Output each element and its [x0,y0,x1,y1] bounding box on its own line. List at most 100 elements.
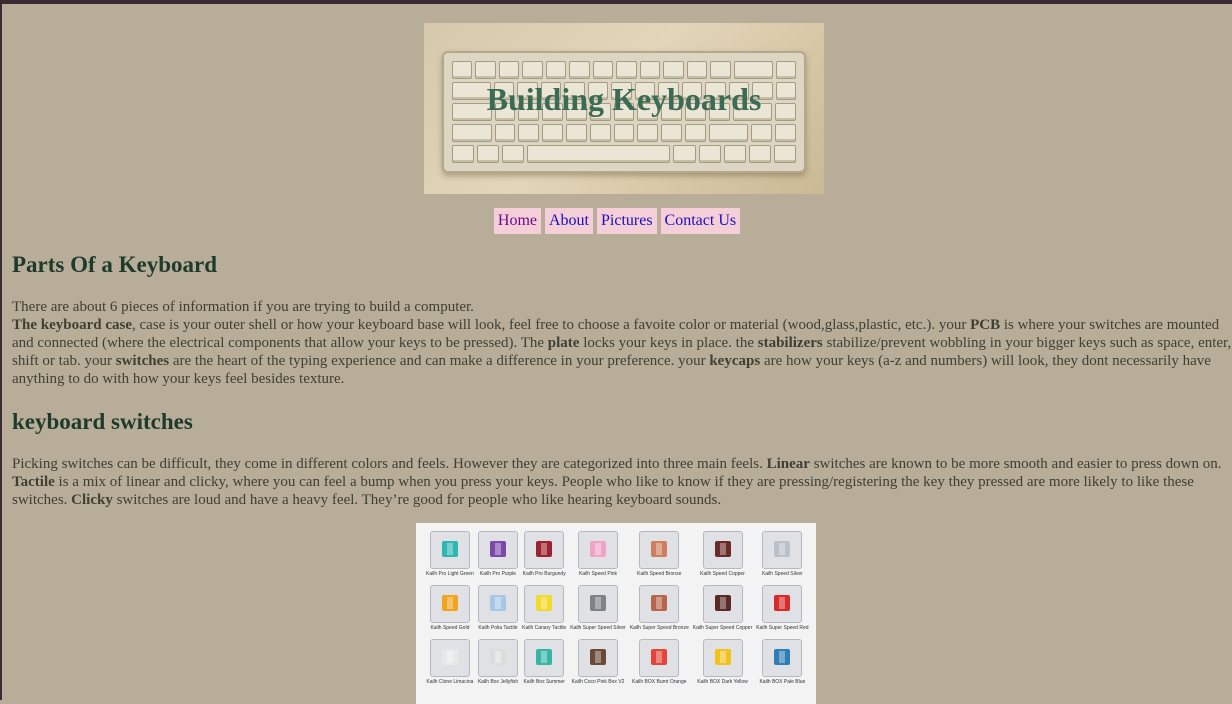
switch-housing [578,531,619,569]
switch-label: Kailh Polia Tactile [478,625,518,631]
nav-link-home[interactable]: Home [493,208,541,234]
switches-paragraph: Picking switches can be difficult, they … [12,455,1230,509]
switch-item: Kailh Box Summer [522,639,566,693]
linear-label: Linear [766,456,810,472]
switch-item: Kailh BOX Burnt Orange [630,639,689,693]
switches-text-4: switches are loud and have a heavy feel.… [112,492,722,508]
switch-housing [639,585,680,623]
header-banner-image: Building Keyboards [424,23,824,194]
switch-housing [578,639,619,677]
tactile-label: Tactile [12,474,55,490]
switches-label: switches [115,353,170,369]
switch-housing [429,531,470,569]
switch-collection-image: Kailh Pro Light Green Kailh Pro Purple Kai… [416,523,816,704]
switch-stem [651,649,668,665]
switch-item: Kailh BOX Pale Blue [756,639,808,693]
switch-label: Kailh Clone Limacina [426,679,474,685]
case-label: The keyboard case [12,317,132,333]
switch-item: Kailh Speed Copper [693,531,753,585]
switch-label: Kailh Speed Copper [700,571,745,577]
switch-housing [639,531,680,569]
switch-housing [578,585,619,623]
switch-item: Kailh Pro Purple [477,531,518,585]
switch-stem [489,541,506,557]
switch-stem [441,649,458,665]
stabilizers-label: stabilizers [757,335,823,351]
switch-item: Kailh Pro Light Green [426,531,474,585]
switch-housing [477,639,518,677]
nav-link-about[interactable]: About [545,208,593,234]
switch-stem [536,595,553,611]
switch-stem [714,541,731,557]
switch-stem [774,541,791,557]
plate-label: plate [547,335,580,351]
switch-label: Kailh Super Speed Red [756,625,809,631]
switch-housing [702,585,743,623]
switch-item: Kailh Polia Tactile [477,585,518,639]
plate-text: locks your keys in place. the [579,335,758,351]
switch-label: Kailh Speed Pink [578,571,618,577]
switch-housing [524,585,565,623]
switch-label: Kailh Coco Pink Box V2 [571,679,625,685]
switch-housing [524,639,565,677]
switch-item: Kailh Coco Pink Box V2 [570,639,626,693]
switch-stem [714,595,731,611]
switch-label: Kailh Super Speed Silver [570,625,626,631]
switch-stem [774,649,791,665]
switch-item: Kailh Pro Burgundy [522,531,566,585]
clicky-label: Clicky [71,492,113,508]
switch-housing [429,639,470,677]
switch-label: Kailh Box Summer [523,679,565,685]
switch-item: Kailh Clone Limacina [426,639,474,693]
switch-stem [441,541,458,557]
switch-stem [441,595,458,611]
switch-item: Kailh Speed Bronze [630,531,689,585]
switch-label: Kailh BOX Pale Blue [759,679,806,685]
keycaps-label: keycaps [709,353,761,369]
switch-housing [524,531,565,569]
switch-label: Kailh Speed Gold [430,625,470,631]
switch-stem [590,541,607,557]
switch-label: Kailh Box Jellyfish [477,679,519,685]
switch-label: Kailh Canary Tactile [522,625,567,631]
switch-label: Kailh BOX Dark Yellow [697,679,748,685]
switch-stem [590,595,607,611]
switches-description: Picking switches can be difficult, they … [12,455,1230,509]
switch-label: Kailh Super Speed Copper [692,625,753,631]
switch-label: Kailh Pro Burgundy [522,571,566,577]
switch-stem [489,649,506,665]
switch-stem [590,649,607,665]
switch-item: Kailh Super Speed Silver [570,585,626,639]
switches-text-1: Picking switches can be difficult, they … [12,456,767,472]
switch-item: Kailh Speed Gold [426,585,474,639]
nav-link-pictures[interactable]: Pictures [597,208,657,234]
page: Building Keyboards Home About Pictures C… [2,4,1232,704]
switch-label: Kailh Super Speed Bronze [629,625,689,631]
switch-item: Kailh Speed Pink [570,531,626,585]
switch-item: Kailh Box Jellyfish [478,639,518,693]
switch-label: Kailh Speed Silver [761,571,803,577]
section-heading-switches: keyboard switches [12,409,193,434]
switches-text: are the heart of the typing experience a… [169,353,710,369]
switch-item: Kailh Speed Silver [756,531,808,585]
switch-stem [536,541,553,557]
site-title: Building Keyboards [486,81,762,117]
switch-stem [714,649,731,665]
switch-label: Kailh BOX Burnt Orange [632,679,687,685]
switch-stem [489,595,506,611]
nav-link-contact-us[interactable]: Contact Us [660,208,741,234]
switch-stem [651,541,668,557]
parts-intro: There are about 6 pieces of information … [12,299,474,315]
switch-label: Kailh Pro Purple [479,571,517,577]
switch-item: Kailh Super Speed Copper [692,585,753,639]
switch-label: Kailh Speed Bronze [637,571,682,577]
switch-label: Kailh Pro Light Green [426,571,474,577]
case-text: , case is your outer shell or how your k… [132,317,971,333]
switch-housing [762,639,803,677]
switch-item: Kailh BOX Dark Yellow [693,639,753,693]
parts-paragraph: The keyboard case, case is your outer sh… [12,316,1232,388]
switch-item: Kailh Super Speed Red [756,585,809,639]
switch-item: Kailh Canary Tactile [522,585,566,639]
switch-housing [639,639,680,677]
section-heading-parts: Parts Of a Keyboard [12,252,218,277]
